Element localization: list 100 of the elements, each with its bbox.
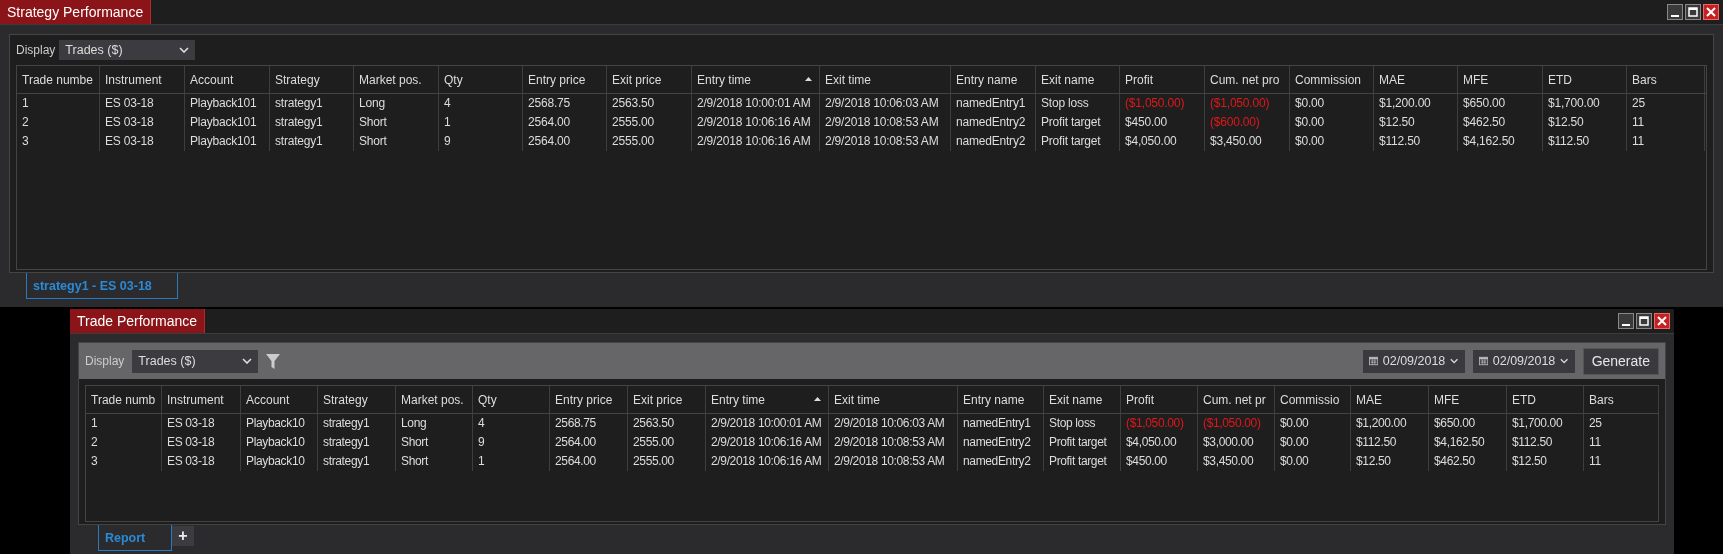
close-button[interactable] [1703, 4, 1719, 20]
table-cell: 2/9/2018 10:06:16 AM [692, 132, 820, 151]
table-cell: $0.00 [1290, 132, 1374, 151]
column-header[interactable]: Exit name [1044, 386, 1121, 413]
column-header[interactable]: Market pos. [396, 386, 473, 413]
table-cell: Playback101 [185, 113, 270, 132]
column-header[interactable]: Entry price [550, 386, 628, 413]
maximize-button[interactable] [1685, 4, 1701, 20]
column-header[interactable]: Entry name [951, 66, 1036, 93]
close-button[interactable] [1654, 313, 1670, 329]
column-header[interactable]: Strategy [270, 66, 354, 93]
date-picker[interactable]: 02/09/2018 [1472, 349, 1575, 373]
table-cell: namedEntry2 [951, 113, 1036, 132]
close-icon [1706, 7, 1716, 17]
table-cell: 1 [439, 113, 523, 132]
table-cell: 2564.00 [523, 113, 607, 132]
add-tab-button[interactable]: + [172, 526, 194, 546]
table-cell: Profit target [1036, 132, 1120, 151]
table-cell: $650.00 [1429, 414, 1507, 433]
table-cell: $12.50 [1374, 113, 1458, 132]
column-header[interactable]: Commissio [1275, 386, 1351, 413]
table-cell: $0.00 [1290, 94, 1374, 113]
minimize-button[interactable] [1667, 4, 1683, 20]
chevron-down-icon [1560, 358, 1569, 364]
column-header[interactable]: Instrument [100, 66, 185, 93]
table-cell: Playback10 [241, 433, 318, 452]
column-header[interactable]: Cum. net pr [1198, 386, 1275, 413]
column-header[interactable]: Strategy [318, 386, 396, 413]
column-header[interactable]: Trade numb [86, 386, 162, 413]
column-header[interactable]: Entry price [523, 66, 607, 93]
table-cell: $450.00 [1121, 452, 1198, 471]
table-cell: 25 [1627, 94, 1705, 113]
column-header[interactable]: Exit price [607, 66, 692, 93]
generate-button[interactable]: Generate [1582, 347, 1659, 375]
table-cell: Profit target [1036, 113, 1120, 132]
column-header[interactable]: MAE [1374, 66, 1458, 93]
tab[interactable]: Report [98, 525, 172, 551]
table-cell: 2/9/2018 10:00:01 AM [692, 94, 820, 113]
table-cell: ($600.00) [1205, 113, 1290, 132]
table-cell: ES 03-18 [100, 94, 185, 113]
column-header[interactable]: Exit time [820, 66, 951, 93]
column-header[interactable]: Instrument [162, 386, 241, 413]
column-header[interactable]: Qty [439, 66, 523, 93]
minimize-button[interactable] [1618, 313, 1634, 329]
column-header[interactable]: Commission [1290, 66, 1374, 93]
table-cell: namedEntry2 [958, 452, 1044, 471]
column-header[interactable]: Exit time [829, 386, 958, 413]
table-cell: $650.00 [1458, 94, 1543, 113]
column-header[interactable]: Qty [473, 386, 550, 413]
table-cell: Playback101 [185, 132, 270, 151]
column-header[interactable]: Bars [1584, 386, 1659, 413]
display-dropdown[interactable]: Trades ($) [132, 349, 259, 373]
table-cell: $462.50 [1429, 452, 1507, 471]
column-header[interactable]: MAE [1351, 386, 1429, 413]
column-header[interactable]: Entry time [706, 386, 829, 413]
table-cell: 2/9/2018 10:08:53 AM [820, 132, 951, 151]
column-header[interactable]: Cum. net pro [1205, 66, 1290, 93]
table-cell: 2564.00 [550, 452, 628, 471]
table-cell: strategy1 [318, 414, 396, 433]
maximize-button[interactable] [1636, 313, 1652, 329]
table-cell: strategy1 [270, 94, 354, 113]
table-cell: $1,200.00 [1351, 414, 1429, 433]
date-picker[interactable]: 02/09/2018 [1362, 349, 1465, 373]
column-header[interactable]: ETD [1543, 66, 1627, 93]
column-header[interactable]: Exit name [1036, 66, 1120, 93]
column-header[interactable]: Market pos. [354, 66, 439, 93]
column-header[interactable]: Trade numbe [17, 66, 100, 93]
table-cell: Short [354, 132, 439, 151]
column-header[interactable]: Entry name [958, 386, 1044, 413]
table-cell: 3 [17, 132, 100, 151]
display-dropdown[interactable]: Trades ($) [59, 40, 196, 60]
table-cell: 2555.00 [628, 452, 706, 471]
table-cell: 11 [1584, 433, 1659, 452]
column-header[interactable]: MFE [1429, 386, 1507, 413]
table-cell: Playback101 [185, 94, 270, 113]
table-cell: $3,450.00 [1198, 452, 1275, 471]
column-header[interactable]: Profit [1121, 386, 1198, 413]
table-cell: $0.00 [1275, 452, 1351, 471]
table-cell: Profit target [1044, 433, 1121, 452]
table-cell: namedEntry2 [958, 433, 1044, 452]
table-cell: 1 [86, 414, 162, 433]
table-cell: 2 [17, 113, 100, 132]
table-cell: 2/9/2018 10:06:03 AM [820, 94, 951, 113]
column-header[interactable]: MFE [1458, 66, 1543, 93]
tab[interactable]: strategy1 - ES 03-18 [26, 273, 178, 299]
table-cell: 9 [473, 433, 550, 452]
column-header[interactable]: Entry time [692, 66, 820, 93]
table-cell: 2/9/2018 10:06:16 AM [706, 452, 829, 471]
table-cell: 2568.75 [550, 414, 628, 433]
column-header[interactable]: Bars [1627, 66, 1705, 93]
table-cell: $4,162.50 [1429, 433, 1507, 452]
column-header[interactable]: Account [241, 386, 318, 413]
table-cell: ES 03-18 [162, 433, 241, 452]
column-header[interactable]: Account [185, 66, 270, 93]
column-header[interactable]: ETD [1507, 386, 1584, 413]
column-header[interactable]: Profit [1120, 66, 1205, 93]
column-header[interactable]: Exit price [628, 386, 706, 413]
table-cell: 11 [1627, 113, 1705, 132]
table-cell: $112.50 [1543, 132, 1627, 151]
table-cell: $112.50 [1507, 433, 1584, 452]
